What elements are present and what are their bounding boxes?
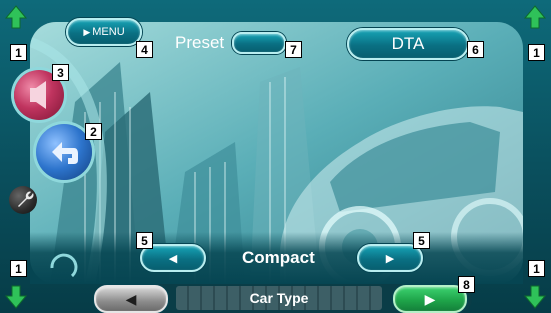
callout-2: 2 — [85, 123, 102, 140]
down-arrow-icon[interactable] — [523, 282, 547, 310]
callout-1: 1 — [528, 260, 545, 277]
car-type-next-button[interactable]: ▶ — [393, 285, 467, 313]
up-arrow-icon[interactable] — [4, 4, 28, 32]
car-type-display: Car Type — [176, 286, 382, 310]
triangle-left-icon: ◀ — [125, 290, 137, 307]
setup-button[interactable] — [9, 186, 37, 214]
decorative-ring — [50, 253, 78, 278]
triangle-right-icon: ▶ — [424, 290, 436, 307]
callout-3: 3 — [52, 64, 69, 81]
dta-button-label: DTA — [391, 34, 425, 53]
return-button[interactable] — [36, 124, 92, 180]
menu-button-label: MENU — [92, 26, 125, 38]
callout-1: 1 — [528, 44, 545, 61]
car-type-label: Car Type — [249, 290, 309, 306]
callout-5: 5 — [413, 232, 430, 249]
callout-1: 1 — [10, 260, 27, 277]
menu-button[interactable]: ▶ MENU — [66, 18, 142, 46]
callout-6: 6 — [467, 41, 484, 58]
preset-button[interactable] — [232, 32, 286, 54]
callout-7: 7 — [285, 41, 302, 58]
triangle-left-icon: ◀ — [168, 252, 178, 265]
down-arrow-icon[interactable] — [4, 282, 28, 310]
play-triangle-icon: ▶ — [83, 26, 91, 37]
triangle-right-icon: ▶ — [385, 252, 395, 265]
wrench-icon — [18, 191, 34, 207]
selector-value: Compact — [242, 248, 315, 267]
preset-label: Preset — [175, 33, 225, 52]
callout-1: 1 — [10, 44, 27, 61]
callout-4: 4 — [136, 41, 153, 58]
dta-button[interactable]: DTA — [347, 28, 469, 60]
callout-5: 5 — [136, 232, 153, 249]
up-arrow-icon[interactable] — [523, 4, 547, 32]
callout-8: 8 — [458, 276, 475, 293]
car-type-prev-button[interactable]: ◀ — [94, 285, 168, 313]
return-arrow-icon — [52, 142, 78, 164]
